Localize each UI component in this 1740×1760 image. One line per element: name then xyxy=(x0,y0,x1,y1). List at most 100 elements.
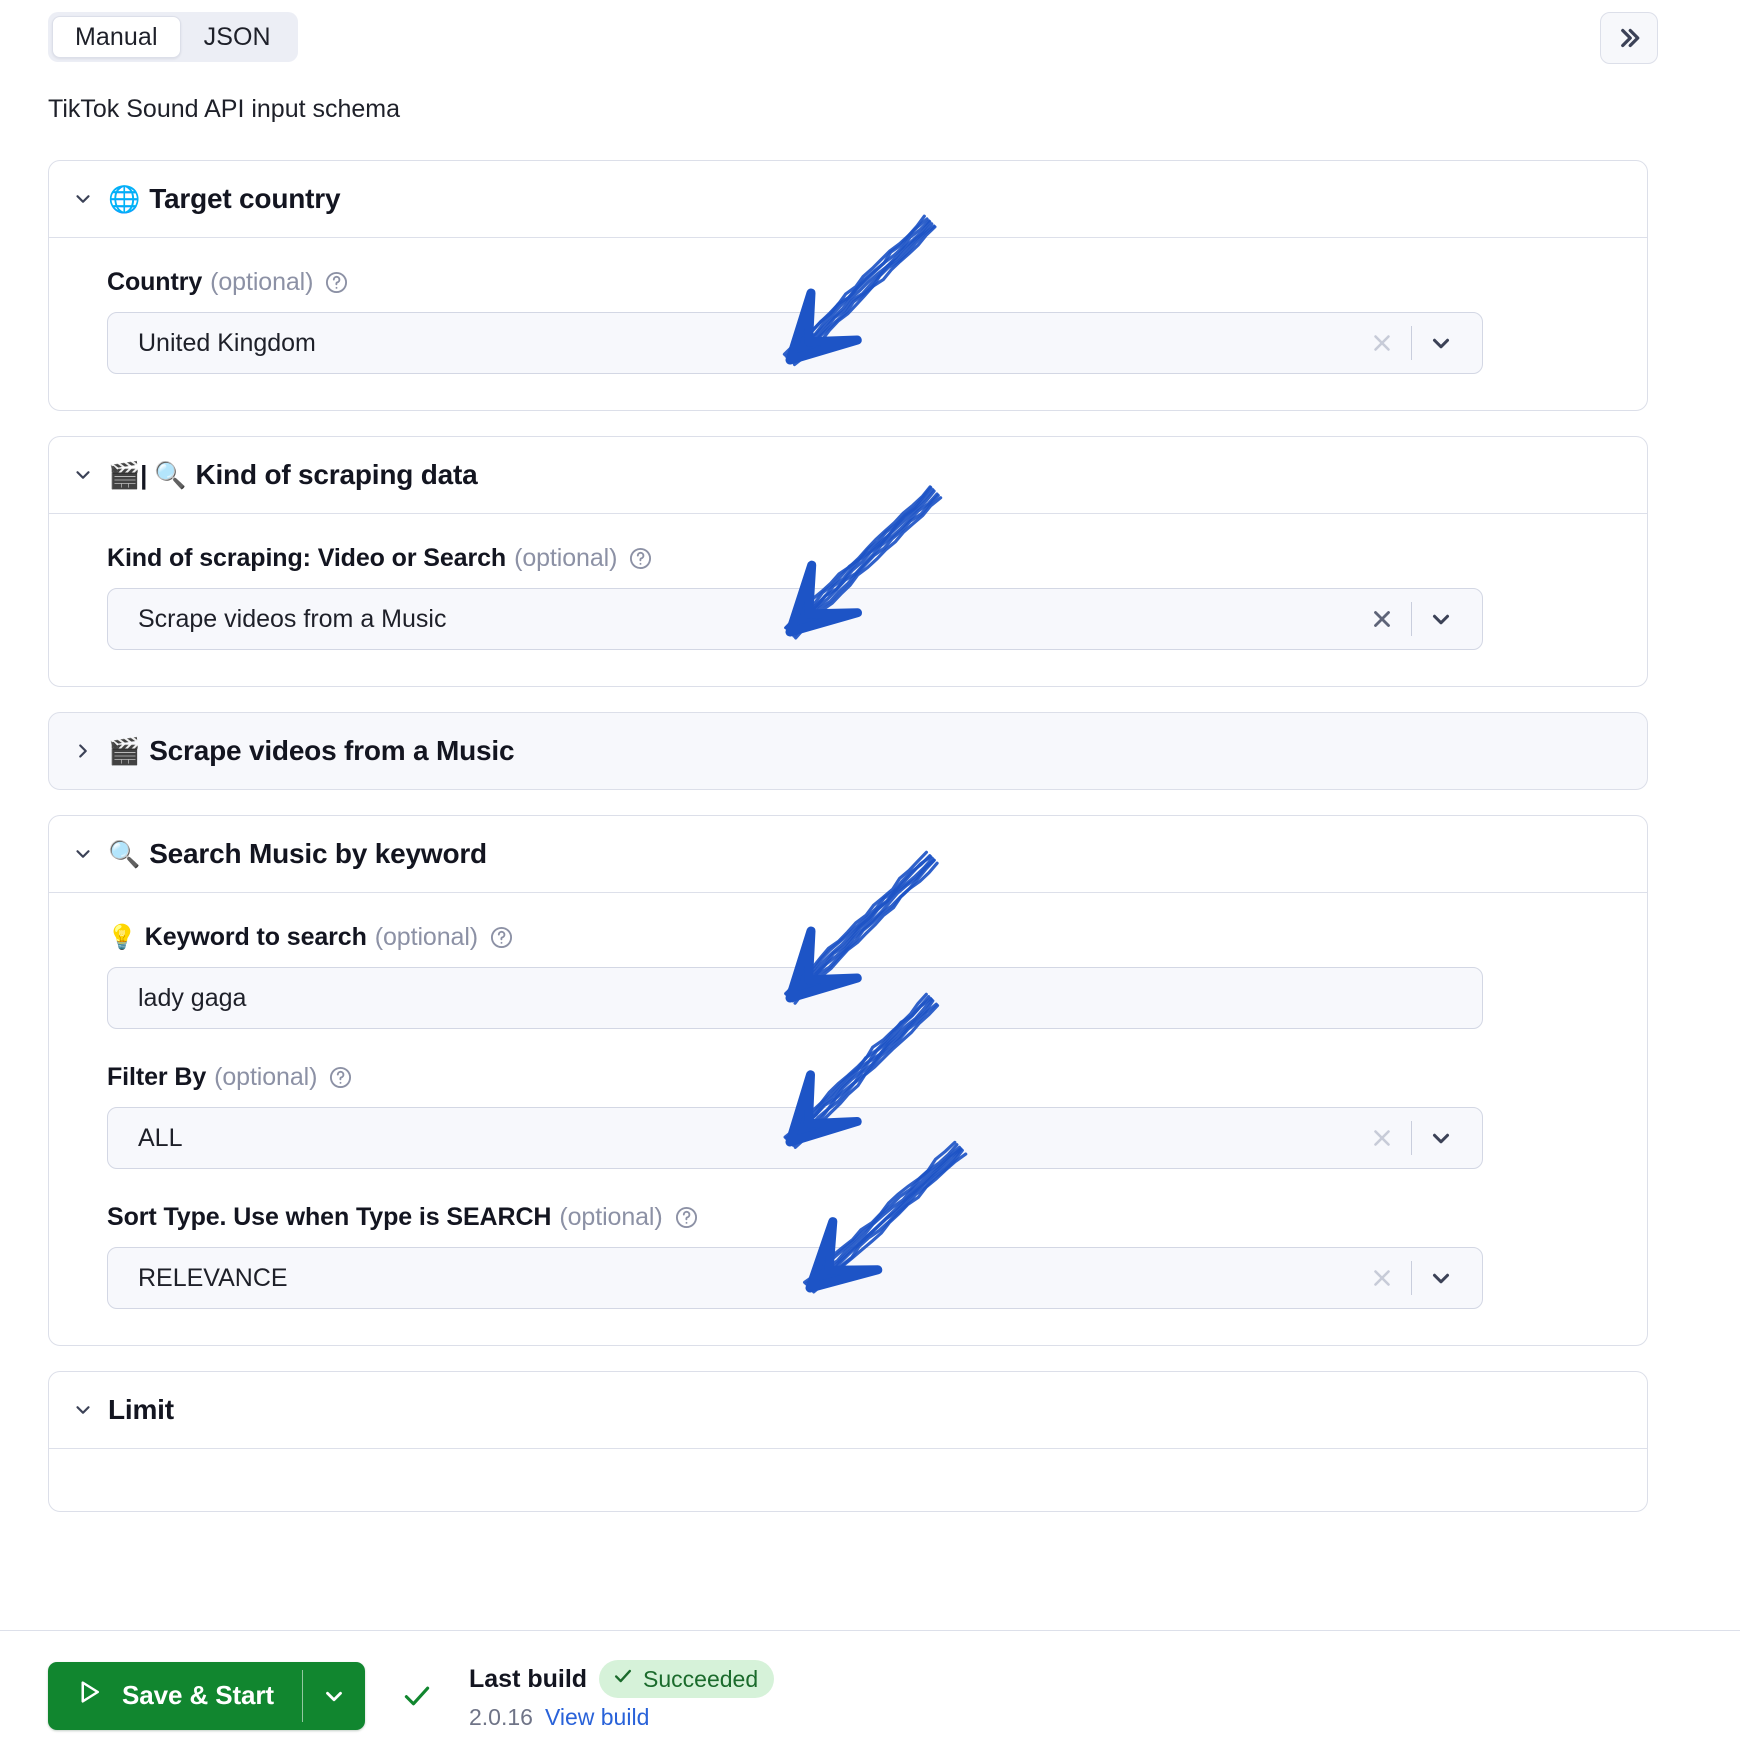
play-icon xyxy=(74,1677,104,1714)
build-version: 2.0.16 xyxy=(468,1704,533,1730)
field-keyword-to-search: 💡 Keyword to search (optional) lady gaga xyxy=(107,923,1621,1029)
section-title-text: Target country xyxy=(149,183,341,214)
field-country: Country (optional) United Kingdom xyxy=(107,268,1621,374)
section-search-music-by-keyword: 🔍 Search Music by keyword 💡 Keyword to s… xyxy=(48,815,1648,1346)
clapperboard-search-icon: 🎬| 🔍 xyxy=(108,460,187,490)
field-label-text: Filter By xyxy=(107,1063,207,1091)
lightbulb-icon: 💡 xyxy=(107,924,137,951)
field-label: Kind of scraping: Video or Search (optio… xyxy=(107,544,1621,573)
chevron-down-icon[interactable] xyxy=(71,1398,95,1422)
field-label: Filter By (optional) xyxy=(107,1063,1621,1092)
close-icon[interactable] xyxy=(1359,1115,1405,1161)
last-build-label: Last build xyxy=(468,1664,588,1693)
country-select[interactable]: United Kingdom xyxy=(107,312,1483,374)
divider xyxy=(1411,1121,1412,1155)
help-icon[interactable] xyxy=(328,1065,353,1090)
schema-caption: TikTok Sound API input schema xyxy=(48,95,401,123)
section-title: 🎬| 🔍 Kind of scraping data xyxy=(108,459,478,491)
chevron-down-icon[interactable] xyxy=(1418,1255,1464,1301)
section-title: 🌐 Target country xyxy=(108,183,341,215)
tab-json[interactable]: JSON xyxy=(181,16,294,58)
select-adornments xyxy=(1359,1108,1482,1168)
section-title-text: Scrape videos from a Music xyxy=(149,735,515,766)
clapperboard-icon: 🎬 xyxy=(108,736,141,766)
help-icon[interactable] xyxy=(324,270,349,295)
select-adornments xyxy=(1359,1248,1482,1308)
section-title: 🎬 Scrape videos from a Music xyxy=(108,735,515,767)
field-kind-of-scraping: Kind of scraping: Video or Search (optio… xyxy=(107,544,1621,650)
chevron-double-right-icon[interactable] xyxy=(1600,12,1658,64)
last-build-meta-row: 2.0.16 View build xyxy=(469,1704,774,1731)
check-icon xyxy=(612,1665,634,1693)
close-icon[interactable] xyxy=(1359,1255,1405,1301)
keyword-input[interactable]: lady gaga xyxy=(107,967,1483,1029)
status-badge-label: Succeeded xyxy=(643,1665,759,1692)
help-icon[interactable] xyxy=(674,1205,699,1230)
help-icon[interactable] xyxy=(628,546,653,571)
save-and-start-label: Save & Start xyxy=(122,1680,274,1710)
chevron-down-icon[interactable] xyxy=(71,842,95,866)
section-header-target-country[interactable]: 🌐 Target country xyxy=(49,161,1647,238)
tab-manual[interactable]: Manual xyxy=(52,16,181,58)
view-build-link[interactable]: View build xyxy=(545,1704,649,1731)
field-optional-tag: (optional) xyxy=(514,544,618,572)
field-label: Sort Type. Use when Type is SEARCH (opti… xyxy=(107,1203,1621,1232)
field-label-text: Country xyxy=(107,268,203,296)
section-title: Limit xyxy=(108,1394,174,1426)
help-icon[interactable] xyxy=(489,925,514,950)
select-adornments xyxy=(1359,589,1482,649)
close-icon[interactable] xyxy=(1359,596,1405,642)
field-label: 💡 Keyword to search (optional) xyxy=(107,923,1621,952)
save-and-start-group[interactable]: Save & Start xyxy=(48,1661,365,1730)
last-build-info: Last build Succeeded 2.0.16 View build xyxy=(468,1660,775,1731)
chevron-right-icon[interactable] xyxy=(71,739,95,763)
select-adornments xyxy=(1359,313,1482,373)
field-label-text: Kind of scraping: Video or Search xyxy=(107,544,507,572)
section-title-text: Limit xyxy=(108,1394,174,1425)
section-title: 🔍 Search Music by keyword xyxy=(108,838,487,870)
country-select-value: United Kingdom xyxy=(138,328,316,357)
field-filter-by: Filter By (optional) ALL xyxy=(107,1063,1621,1169)
close-icon[interactable] xyxy=(1359,320,1405,366)
section-header-search-music-by-keyword[interactable]: 🔍 Search Music by keyword xyxy=(49,816,1647,893)
section-limit: Limit xyxy=(48,1371,1648,1512)
globe-icon: 🌐 xyxy=(108,184,141,214)
section-header-limit[interactable]: Limit xyxy=(49,1372,1647,1449)
field-optional-tag: (optional) xyxy=(559,1203,663,1231)
divider xyxy=(1411,326,1412,360)
chevron-down-icon[interactable] xyxy=(1418,596,1464,642)
filter-by-select[interactable]: ALL xyxy=(107,1107,1483,1169)
action-bar: Save & Start Last build Succeeded 2.0.16… xyxy=(0,1630,1740,1760)
divider xyxy=(1411,1261,1412,1295)
magnifier-icon: 🔍 xyxy=(108,839,141,869)
section-kind-of-scraping-data: 🎬| 🔍 Kind of scraping data Kind of scrap… xyxy=(48,436,1648,687)
last-build-status-row: Last build Succeeded xyxy=(468,1660,775,1698)
section-header-kind-of-scraping-data[interactable]: 🎬| 🔍 Kind of scraping data xyxy=(49,437,1647,514)
kind-of-scraping-select-value: Scrape videos from a Music xyxy=(138,604,447,633)
section-scrape-videos-from-a-music: 🎬 Scrape videos from a Music xyxy=(48,712,1648,790)
editor-mode-switcher[interactable]: Manual JSON xyxy=(48,12,298,62)
save-and-start-button[interactable]: Save & Start xyxy=(48,1662,302,1730)
chevron-down-icon[interactable] xyxy=(1418,320,1464,366)
section-header-scrape-videos-from-a-music[interactable]: 🎬 Scrape videos from a Music xyxy=(49,713,1647,789)
section-body-target-country: Country (optional) United Kingdom xyxy=(49,238,1647,410)
section-title-text: Search Music by keyword xyxy=(149,838,487,869)
status-badge: Succeeded xyxy=(599,1660,775,1698)
save-options-chevron-down-icon[interactable] xyxy=(303,1662,365,1730)
sort-type-select[interactable]: RELEVANCE xyxy=(107,1247,1483,1309)
keyword-input-value: lady gaga xyxy=(138,983,247,1012)
kind-of-scraping-select[interactable]: Scrape videos from a Music xyxy=(107,588,1483,650)
field-sort-type: Sort Type. Use when Type is SEARCH (opti… xyxy=(107,1203,1621,1309)
field-optional-tag: (optional) xyxy=(210,268,314,296)
schema-sections: 🌐 Target country Country (optional) Unit… xyxy=(48,160,1648,1537)
check-icon xyxy=(395,1679,439,1713)
section-body-kind-of-scraping-data: Kind of scraping: Video or Search (optio… xyxy=(49,514,1647,686)
panel-topbar: Manual JSON xyxy=(0,0,1740,76)
chevron-down-icon[interactable] xyxy=(1418,1115,1464,1161)
chevron-down-icon[interactable] xyxy=(71,463,95,487)
field-optional-tag: (optional) xyxy=(214,1063,318,1091)
field-optional-tag: (optional) xyxy=(374,923,479,951)
divider xyxy=(1411,602,1412,636)
section-body-limit xyxy=(49,1449,1647,1511)
chevron-down-icon[interactable] xyxy=(71,187,95,211)
